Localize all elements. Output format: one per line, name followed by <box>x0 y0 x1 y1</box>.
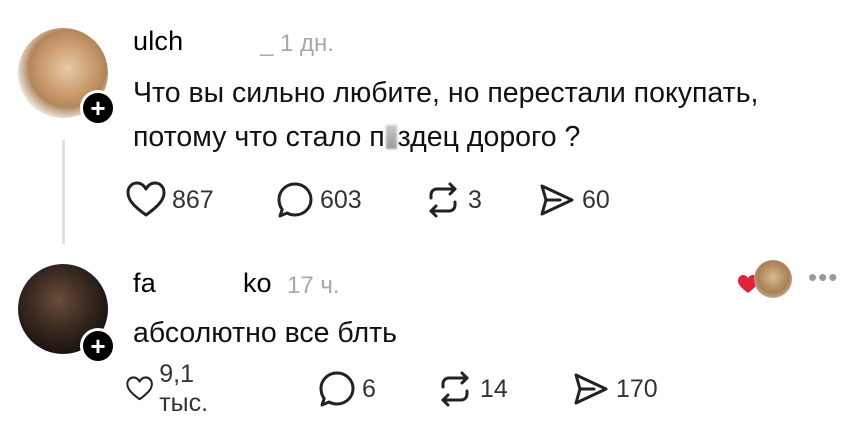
speech-bubble-icon <box>277 182 313 218</box>
repost-arrows-icon <box>429 182 457 218</box>
thread-post: + ulch _ 1 дн. Что вы сильно любите, но … <box>0 0 860 250</box>
reply-post: + fa ko 17 ч. ••• абсолютно все блть 9,1… <box>0 250 860 431</box>
share-count: 60 <box>582 185 610 214</box>
share-count: 170 <box>616 374 658 403</box>
speech-bubble-icon <box>319 371 355 407</box>
heart-outline-icon <box>126 376 153 401</box>
censor-blur <box>385 125 397 149</box>
author-liked-avatar <box>754 260 792 298</box>
thread-line <box>62 140 65 244</box>
post-text-line: потому что стало п здец дорого ? <box>133 115 758 159</box>
more-options-icon[interactable]: ••• <box>808 262 838 293</box>
like-count: 9,1 тыс. <box>159 360 209 417</box>
post-text-fragment: здец дорого ? <box>397 121 581 153</box>
share-button[interactable]: 60 <box>538 180 610 220</box>
comment-count: 603 <box>320 185 362 214</box>
share-button[interactable]: 170 <box>572 369 658 409</box>
post-text-fragment: потому что стало п <box>133 121 385 153</box>
like-button[interactable]: 867 <box>126 180 214 220</box>
send-icon <box>540 184 574 216</box>
comment-count: 6 <box>362 374 376 403</box>
timestamp: 17 ч. <box>287 272 340 299</box>
comment-button[interactable]: 6 <box>318 369 376 409</box>
comment-button[interactable]: 603 <box>276 180 362 220</box>
like-count: 867 <box>172 185 214 214</box>
repost-button[interactable]: 3 <box>424 180 482 220</box>
username-tail[interactable]: ko <box>243 268 272 299</box>
repost-count: 3 <box>468 185 482 214</box>
repost-button[interactable]: 14 <box>436 369 508 409</box>
timestamp: _ 1 дн. <box>260 30 334 57</box>
follow-plus-icon[interactable]: + <box>80 90 116 126</box>
repost-arrows-icon <box>441 371 469 407</box>
post-text: абсолютно все блть <box>133 317 398 349</box>
send-icon <box>574 373 608 405</box>
post-text-line: Что вы сильно любите, но перестали покуп… <box>133 77 759 109</box>
repost-count: 14 <box>480 374 508 403</box>
like-button[interactable]: 9,1 тыс. <box>126 360 221 417</box>
follow-plus-icon[interactable]: + <box>80 328 116 364</box>
heart-outline-icon <box>126 181 166 217</box>
username[interactable]: fa <box>133 268 156 299</box>
username[interactable]: ulch <box>133 26 183 57</box>
post-text: Что вы сильно любите, но перестали покуп… <box>133 71 758 159</box>
